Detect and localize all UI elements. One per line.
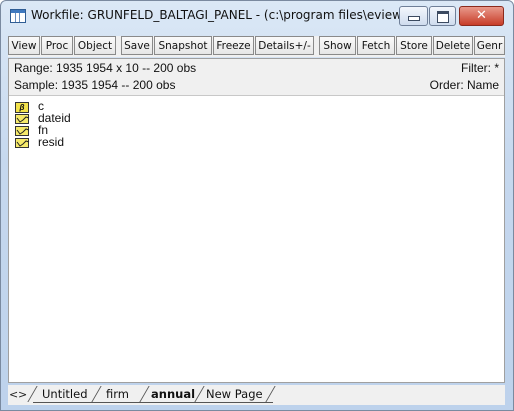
object-button[interactable]: Object <box>74 36 116 55</box>
proc-button[interactable]: Proc <box>41 36 73 55</box>
tab-divider <box>27 386 38 402</box>
workfile-icon <box>10 9 26 23</box>
delete-button[interactable]: Delete <box>433 36 473 55</box>
freeze-button[interactable]: Freeze <box>213 36 254 55</box>
workfile-info-panel: Range: 1935 1954 x 10 -- 200 obs Filter:… <box>9 59 504 96</box>
minimize-button[interactable] <box>399 6 428 26</box>
tab-firm[interactable]: firm <box>106 386 129 402</box>
maximize-button[interactable] <box>429 6 456 26</box>
coef-vector-icon: β <box>15 102 29 113</box>
close-icon: ✕ <box>476 8 487 23</box>
fetch-button[interactable]: Fetch <box>357 36 395 55</box>
sample-text[interactable]: Sample: 1935 1954 -- 200 obs <box>14 78 175 92</box>
tab-divider <box>91 386 102 402</box>
tab-baseline <box>33 402 273 403</box>
toolbar: View Proc Object Save Snapshot Freeze De… <box>8 36 505 57</box>
tab-new-page[interactable]: New Page <box>206 386 263 402</box>
workfile-window: Workfile: GRUNFELD_BALTAGI_PANEL - (c:\p… <box>0 0 514 411</box>
close-button[interactable]: ✕ <box>459 6 504 26</box>
view-button[interactable]: View <box>8 36 40 55</box>
genr-button[interactable]: Genr <box>474 36 505 55</box>
workfile-content: Range: 1935 1954 x 10 -- 200 obs Filter:… <box>8 58 505 383</box>
series-icon <box>15 114 30 124</box>
page-tab-bar: < > Untitled firm annual New Page <box>8 385 505 405</box>
filter-text[interactable]: Filter: * <box>461 61 499 75</box>
tab-annual[interactable]: annual <box>151 386 195 402</box>
save-button[interactable]: Save <box>121 36 153 55</box>
details-button[interactable]: Details+/- <box>255 36 314 55</box>
show-button[interactable]: Show <box>319 36 356 55</box>
window-title: Workfile: GRUNFELD_BALTAGI_PANEL - (c:\p… <box>31 8 424 22</box>
tab-untitled[interactable]: Untitled <box>42 386 88 402</box>
order-text[interactable]: Order: Name <box>430 78 499 92</box>
maximize-icon <box>437 11 449 23</box>
series-icon <box>15 138 30 148</box>
tab-divider <box>139 386 150 402</box>
range-text[interactable]: Range: 1935 1954 x 10 -- 200 obs <box>14 61 196 75</box>
tab-divider <box>265 386 276 402</box>
tab-scroll-left-button[interactable]: < <box>9 388 18 401</box>
object-name: resid <box>38 135 65 149</box>
snapshot-button[interactable]: Snapshot <box>154 36 212 55</box>
store-button[interactable]: Store <box>396 36 432 55</box>
minimize-icon <box>408 16 420 21</box>
tab-divider <box>194 386 205 402</box>
series-icon <box>15 126 30 136</box>
tab-scroll-right-button[interactable]: > <box>18 388 27 401</box>
title-bar[interactable]: Workfile: GRUNFELD_BALTAGI_PANEL - (c:\p… <box>1 1 513 31</box>
